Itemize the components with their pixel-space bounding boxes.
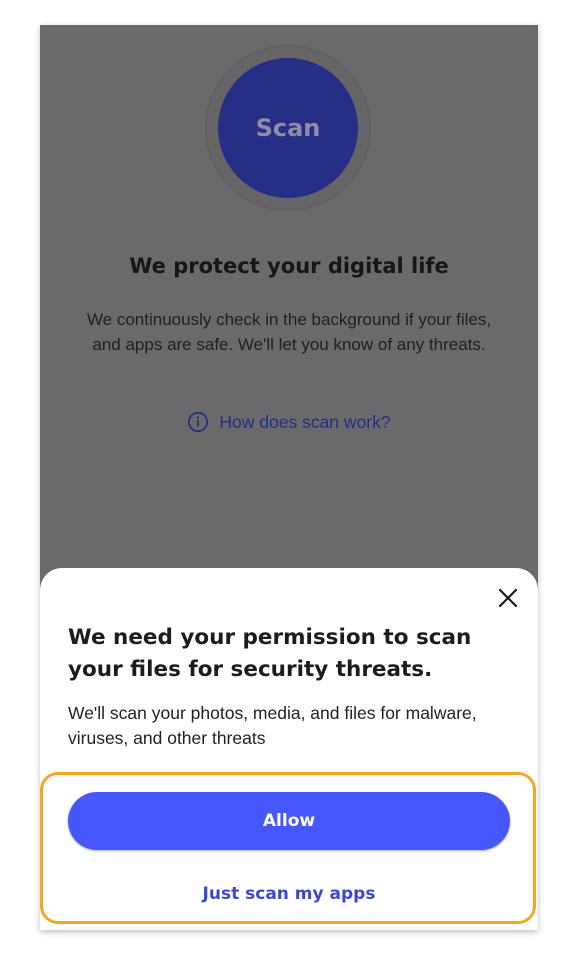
how-scan-works-link[interactable]: How does scan work?	[40, 411, 538, 433]
permission-bottom-sheet: We need your permission to scan your fil…	[40, 568, 538, 930]
scan-button[interactable]: Scan	[218, 58, 358, 198]
just-scan-apps-button[interactable]: Just scan my apps	[40, 884, 538, 904]
permission-title: We need your permission to scan your fil…	[68, 625, 472, 682]
allow-button[interactable]: Allow	[68, 792, 510, 850]
app-screen: Scan We protect your digital life We con…	[40, 25, 538, 930]
page-headline: We protect your digital life	[129, 254, 449, 278]
info-icon	[188, 411, 209, 433]
how-scan-works-label: How does scan work?	[219, 411, 391, 432]
close-button[interactable]	[494, 584, 522, 612]
permission-description: We'll scan your photos, media, and files…	[68, 703, 477, 748]
page-description: We continuously check in the background …	[86, 310, 492, 354]
close-icon	[498, 588, 518, 608]
